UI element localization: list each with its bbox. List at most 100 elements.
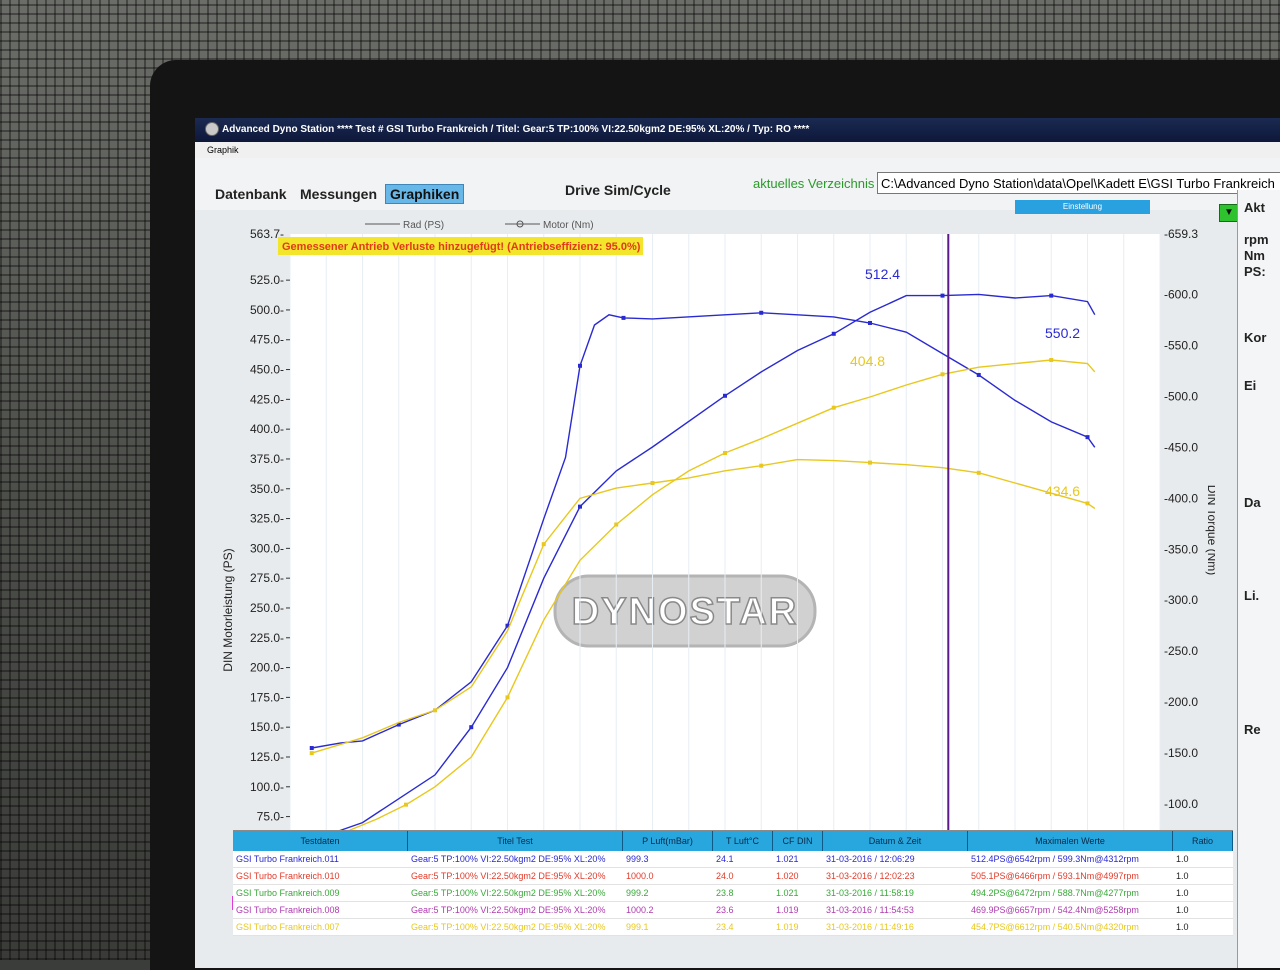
legend-motor-label: Motor (Nm) xyxy=(543,220,594,231)
table-header-cell[interactable]: CF DIN xyxy=(773,831,823,851)
table-cell: 31-03-2016 / 12:02:23 xyxy=(826,871,915,881)
table-cell: GSI Turbo Frankreich.009 xyxy=(236,888,340,898)
table-cell: 999.2 xyxy=(626,888,649,898)
table-cell: 1.019 xyxy=(776,922,799,932)
series-point-2 xyxy=(940,372,945,377)
table-cell: Gear:5 TP:100% VI:22.50kgm2 DE:95% XL:20… xyxy=(411,888,606,898)
y-left-tick-label: 200.0- xyxy=(250,661,284,675)
y-left-tick-label: 250.0- xyxy=(250,601,284,615)
drive-sim-cycle-tab[interactable]: Drive Sim/Cycle xyxy=(565,182,671,198)
series-point-1 xyxy=(723,393,727,398)
y-right-tick-label: -550.0 xyxy=(1164,338,1198,352)
table-header-cell[interactable]: Titel Test xyxy=(408,831,623,851)
table-cell: Gear:5 TP:100% VI:22.50kgm2 DE:95% XL:20… xyxy=(411,854,606,864)
table-cell: 23.4 xyxy=(716,922,734,932)
y-right-tick-label: -450.0 xyxy=(1164,440,1198,454)
table-cell: 469.9PS@6657rpm / 542.4Nm@5258rpm xyxy=(971,905,1139,915)
dyno-chart: DYNOSTAR20002250250027503000325035003750… xyxy=(221,220,1215,916)
series-point-2 xyxy=(723,450,727,455)
table-header-cell[interactable]: T Luft°C xyxy=(713,831,773,851)
series-point-1 xyxy=(469,725,474,730)
table-header-cell[interactable]: Testdaten xyxy=(233,831,408,851)
y-right-tick-label: -600.0 xyxy=(1164,287,1198,301)
table-cell: 999.3 xyxy=(626,854,649,864)
series-point-0 xyxy=(1085,435,1090,440)
series-point-0 xyxy=(578,363,582,368)
table-header-cell[interactable]: P Luft(mBar) xyxy=(623,831,713,851)
y-left-tick-label: 125.0- xyxy=(250,750,284,764)
table-cell: 23.6 xyxy=(716,905,734,915)
series-point-0 xyxy=(868,320,872,325)
test-data-table: Testdaten Titel Test P Luft(mBar) T Luft°C C… xyxy=(233,830,1233,936)
series-point-2 xyxy=(614,522,619,527)
table-header-cell[interactable]: Ratio xyxy=(1173,831,1233,851)
einstellung-button[interactable]: Einstellung xyxy=(1015,200,1150,214)
series-point-0 xyxy=(976,372,981,377)
app-window: Advanced Dyno Station **** Test # GSI Tu… xyxy=(195,118,1280,968)
table-cell: 1000.2 xyxy=(626,905,654,915)
menu-bar: Graphik xyxy=(195,142,1280,159)
y-left-axis-label: DIN Motorleistung (PS) xyxy=(221,548,235,671)
y-left-tick-label: 175.0- xyxy=(250,690,284,704)
table-cell: 1.0 xyxy=(1176,871,1189,881)
table-cell: 454.7PS@6612rpm / 540.5Nm@4320rpm xyxy=(971,922,1139,932)
side-panel-label: rpm xyxy=(1244,232,1269,247)
table-header-cell[interactable]: Maximalen Werte xyxy=(968,831,1173,851)
y-right-tick-label: -500.0 xyxy=(1164,389,1198,403)
table-cell: 1.0 xyxy=(1176,888,1189,898)
y-left-tick-label: 225.0- xyxy=(250,631,284,645)
table-cell: 1.019 xyxy=(776,905,799,915)
tab-graphiken[interactable]: Graphiken xyxy=(385,184,465,204)
side-panel-label: Re xyxy=(1244,722,1261,737)
table-cell: Gear:5 TP:100% VI:22.50kgm2 DE:95% XL:20… xyxy=(411,871,606,881)
table-cell: 1.0 xyxy=(1176,922,1189,932)
table-cell: 1.021 xyxy=(776,888,799,898)
y-left-tick-label: 300.0- xyxy=(250,541,284,555)
side-panel-label: PS: xyxy=(1244,264,1266,279)
series-point-3 xyxy=(976,470,981,475)
series-point-3 xyxy=(433,708,437,713)
dropdown-button[interactable]: ▼ xyxy=(1219,204,1239,222)
table-cell: 1.021 xyxy=(776,854,799,864)
table-row[interactable]: GSI Turbo Frankreich.008 Gear:5 TP:100% V… xyxy=(233,902,1233,919)
efficiency-banner: Gemessener Antrieb Verluste hinzugefügt!… xyxy=(282,241,641,253)
y-left-tick-label: 100.0- xyxy=(250,780,284,794)
series-point-0 xyxy=(621,315,626,320)
y-left-tick-label: 75.0- xyxy=(257,810,284,824)
table-row[interactable]: GSI Turbo Frankreich.011 Gear:5 TP:100% V… xyxy=(233,851,1233,868)
y-left-tick-label: 400.0- xyxy=(250,422,284,436)
y-right-tick-label: -100.0 xyxy=(1164,797,1198,811)
series-point-2 xyxy=(831,405,836,410)
series-point-3 xyxy=(309,751,314,756)
table-header-cell[interactable]: Datum & Zeit xyxy=(823,831,968,851)
table-cell: 494.2PS@6472rpm / 588.7Nm@4277rpm xyxy=(971,888,1139,898)
tab-datenbank[interactable]: Datenbank xyxy=(215,186,287,202)
y-right-tick-label: -150.0 xyxy=(1164,746,1198,760)
table-cell: Gear:5 TP:100% VI:22.50kgm2 DE:95% XL:20… xyxy=(411,905,606,915)
side-panel-label: Li. xyxy=(1244,588,1260,603)
table-cell: 31-03-2016 / 11:49:16 xyxy=(826,922,914,932)
table-row[interactable]: GSI Turbo Frankreich.007 Gear:5 TP:100% V… xyxy=(233,919,1233,936)
table-row[interactable]: GSI Turbo Frankreich.009 Gear:5 TP:100% V… xyxy=(233,885,1233,902)
series-point-3 xyxy=(759,463,764,468)
table-cell: 999.1 xyxy=(626,922,649,932)
series-point-2 xyxy=(505,695,510,700)
directory-label: aktuelles Verzeichnis xyxy=(753,176,875,191)
value-annotation: 404.8 xyxy=(850,353,885,369)
directory-field[interactable]: C:\Advanced Dyno Station\data\Opel\Kadet… xyxy=(877,172,1280,194)
y-right-tick-label: -350.0 xyxy=(1164,542,1198,556)
y-right-axis-label: DIN Torque (Nm) xyxy=(1205,485,1215,575)
table-cell: 1.0 xyxy=(1176,905,1189,915)
table-cell: GSI Turbo Frankreich.011 xyxy=(236,854,339,864)
tab-messungen[interactable]: Messungen xyxy=(300,186,377,202)
dynostar-watermark: DYNOSTAR xyxy=(572,591,798,633)
menu-graphik[interactable]: Graphik xyxy=(207,145,239,155)
series-point-3 xyxy=(650,481,655,486)
series-point-0 xyxy=(759,310,764,315)
value-annotation: 512.4 xyxy=(865,266,900,282)
table-cell: 512.4PS@6542rpm / 599.3Nm@4312rpm xyxy=(971,854,1139,864)
y-left-tick-label: 325.0- xyxy=(250,512,284,526)
table-row[interactable]: GSI Turbo Frankreich.010 Gear:5 TP:100% V… xyxy=(233,868,1233,885)
table-cell: GSI Turbo Frankreich.008 xyxy=(236,905,340,915)
table-body: GSI Turbo Frankreich.011 Gear:5 TP:100% V… xyxy=(233,851,1233,936)
